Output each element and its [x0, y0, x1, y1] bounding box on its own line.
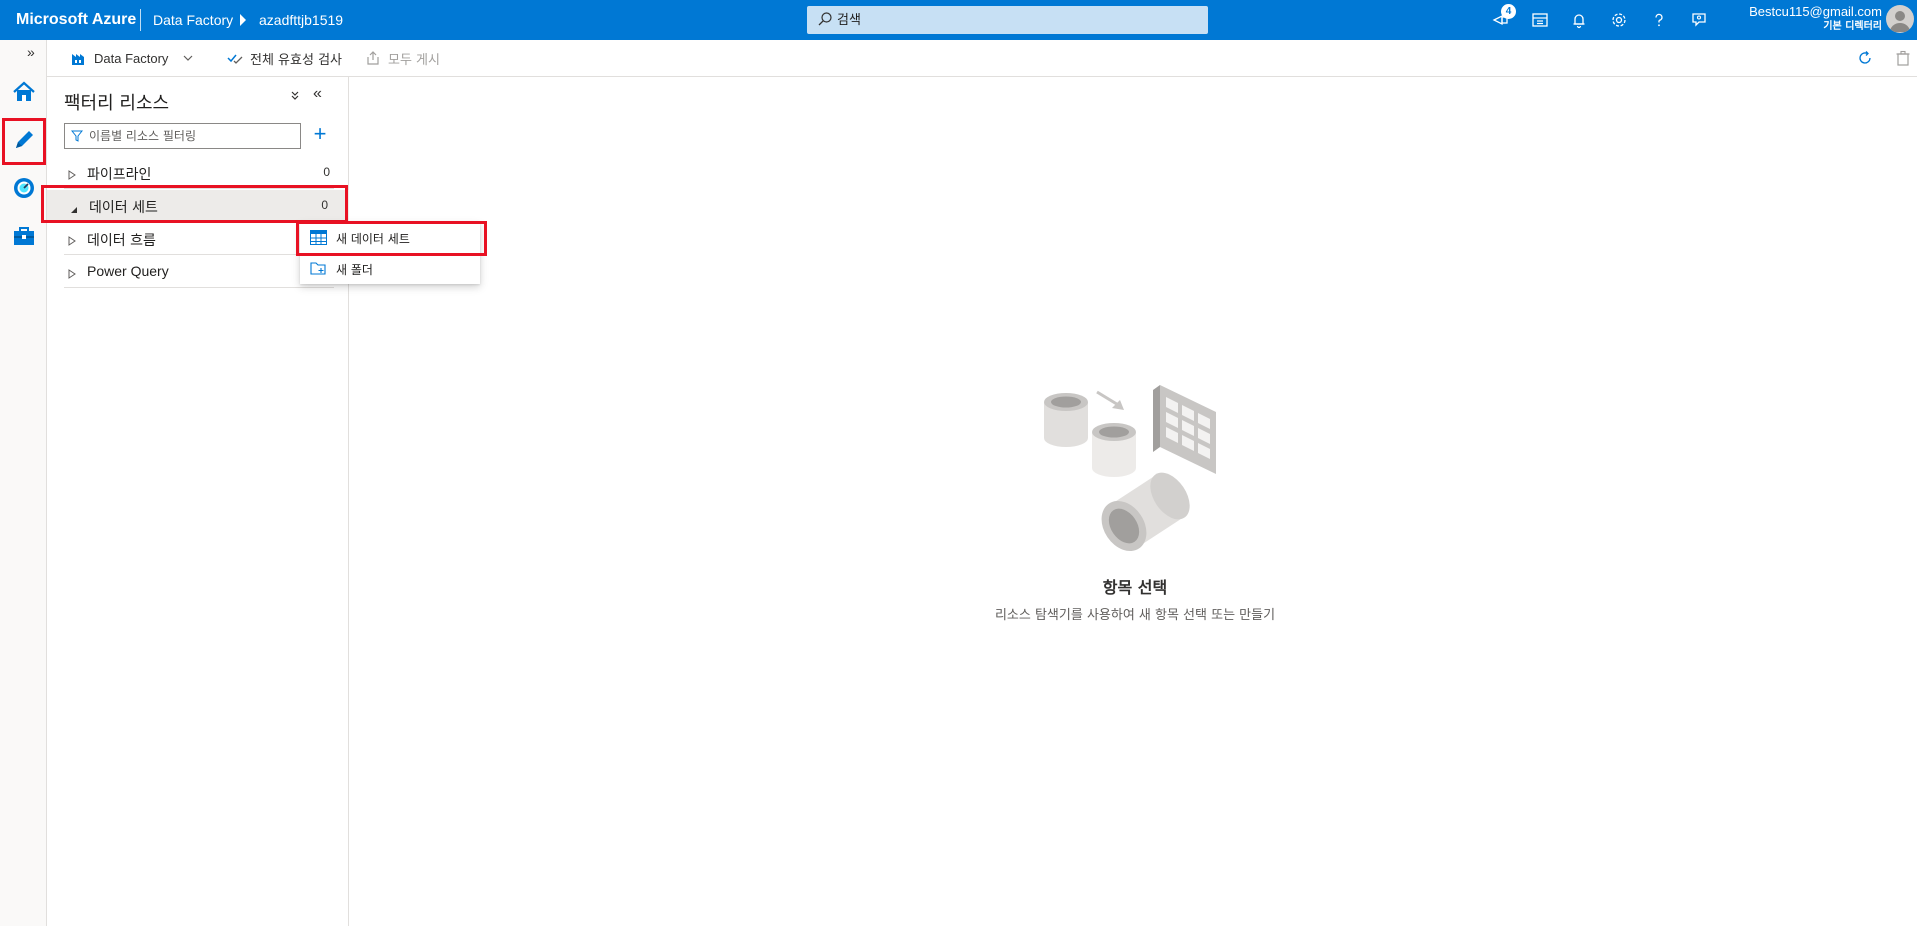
- new-folder-icon: [310, 262, 326, 275]
- global-search[interactable]: [807, 6, 1208, 34]
- filter-icon: [71, 130, 83, 142]
- new-dataset-label: 새 데이터 세트: [336, 232, 410, 246]
- home-icon: [13, 81, 35, 101]
- breadcrumb-service[interactable]: Data Factory: [153, 12, 233, 28]
- breadcrumb-factory[interactable]: azadfttjb1519: [259, 12, 343, 28]
- monitor-gauge-icon: [14, 178, 34, 198]
- search-icon: [818, 12, 832, 26]
- table-icon: [310, 230, 327, 245]
- left-rail: »: [0, 40, 47, 926]
- empty-state-subtitle: 리소스 탐색기를 사용하여 새 항목 선택 또는 만들기: [994, 608, 1276, 623]
- help-icon[interactable]: [1645, 6, 1673, 34]
- tree-item-dataflows[interactable]: 데이터 흐름: [64, 223, 334, 255]
- discard-icon: [1896, 50, 1910, 66]
- double-chevron-down-icon: [291, 91, 299, 100]
- account-info[interactable]: Bestcu115@gmail.com 기본 디렉터리: [1722, 3, 1882, 34]
- panel-title: 팩터리 리소스: [64, 93, 170, 114]
- factory-selector[interactable]: Data Factory: [71, 48, 194, 68]
- new-dataset-menu-item[interactable]: 새 데이터 세트: [300, 223, 480, 253]
- factory-resources-panel: 팩터리 리소스 « + 파이프라인 0 데이터 세트 0 데이터 흐름: [47, 77, 349, 926]
- support-icon[interactable]: [1685, 6, 1713, 34]
- home-button[interactable]: [5, 72, 43, 112]
- factory-icon: [72, 54, 84, 65]
- validate-all-label: 전체 유효성 검사: [250, 52, 342, 68]
- command-bar: Data Factory 전체 유효성 검사 모두 게시: [47, 40, 1917, 77]
- factory-selector-label: Data Factory: [94, 50, 169, 66]
- new-folder-label: 새 폴더: [336, 263, 373, 277]
- search-input[interactable]: [837, 8, 1197, 32]
- bell-icon[interactable]: [1565, 6, 1593, 34]
- collapse-all-button[interactable]: [289, 89, 301, 105]
- tree-item-datasets[interactable]: 데이터 세트 0: [47, 190, 349, 222]
- brand-title[interactable]: Microsoft Azure: [16, 11, 136, 29]
- avatar[interactable]: [1886, 5, 1914, 33]
- notification-count-badge: 4: [1501, 4, 1516, 19]
- tree-item-label: Power Query: [87, 263, 169, 279]
- chevron-down-icon: [183, 55, 193, 61]
- resource-filter-input[interactable]: [89, 126, 294, 146]
- tree-item-label: 파이프라인: [87, 167, 152, 183]
- pencil-icon: [16, 131, 33, 148]
- refresh-button[interactable]: [1857, 48, 1880, 68]
- expand-rail-button[interactable]: »: [27, 44, 35, 60]
- top-bar: Microsoft Azure Data Factory azadfttjb15…: [0, 0, 1917, 40]
- tree-item-power-query[interactable]: Power Query: [64, 256, 334, 288]
- breadcrumb-chevron-icon: [240, 14, 246, 26]
- author-button[interactable]: [5, 120, 43, 160]
- refresh-icon: [1859, 51, 1871, 64]
- publish-icon: [367, 51, 379, 65]
- validate-all-button[interactable]: 전체 유효성 검사: [227, 48, 342, 68]
- toolbox-icon: [14, 227, 34, 245]
- publish-all-label: 모두 게시: [388, 52, 440, 68]
- account-email: Bestcu115@gmail.com: [1749, 4, 1882, 19]
- tree-item-label: 데이터 세트: [89, 200, 158, 216]
- collapse-panel-button[interactable]: «: [313, 85, 322, 103]
- publish-all-button[interactable]: 모두 게시: [365, 48, 440, 68]
- discard-button[interactable]: [1895, 48, 1917, 68]
- empty-state-title: 항목 선택: [1102, 578, 1168, 597]
- tree-item-count: 0: [323, 165, 330, 179]
- manage-button[interactable]: [5, 216, 43, 256]
- empty-state-illustration: [1044, 385, 1216, 552]
- resource-filter[interactable]: [64, 123, 301, 149]
- validate-check-icon: [227, 54, 243, 64]
- tree-item-pipelines[interactable]: 파이프라인 0: [64, 157, 334, 189]
- brand-divider: [140, 9, 141, 31]
- tree-item-count: 0: [321, 198, 328, 212]
- tree-item-label: 데이터 흐름: [87, 233, 156, 249]
- account-directory: 기본 디렉터리: [1823, 21, 1882, 32]
- add-resource-button[interactable]: +: [308, 122, 332, 148]
- dataset-context-menu: 새 데이터 세트 새 폴더: [300, 222, 480, 284]
- directory-switch-icon[interactable]: [1526, 6, 1554, 34]
- new-folder-menu-item[interactable]: 새 폴더: [300, 254, 480, 284]
- settings-icon[interactable]: [1605, 6, 1633, 34]
- monitor-button[interactable]: [5, 168, 43, 208]
